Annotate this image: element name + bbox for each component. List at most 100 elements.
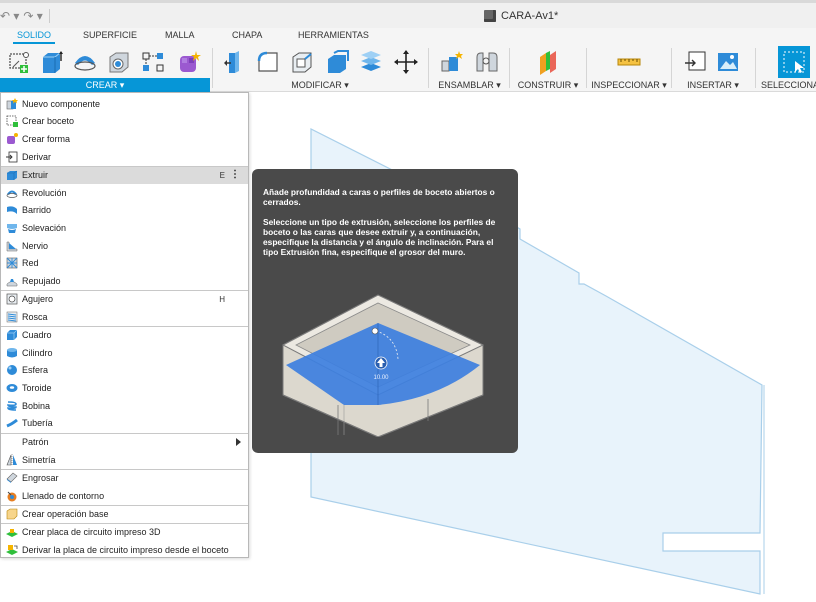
menu-item-revolucion[interactable]: Revolución [1,184,248,202]
offset-plane-tool-icon[interactable] [534,48,562,76]
construir-group-button[interactable]: CONSTRUIR ▾ [514,78,582,92]
menu-item-solevacion[interactable]: Solevación [1,219,248,237]
web-icon [6,257,18,269]
extrude-illustration-graphic: 10.00 [281,294,485,437]
revolve-icon [6,187,18,199]
extrude-distance-value: 10.00 [373,375,389,381]
create-form-tool-icon[interactable] [175,48,203,76]
box-icon [6,329,18,341]
menu-item-repujado[interactable]: Repujado [1,272,248,290]
combine-tool-icon[interactable] [357,48,385,76]
extrude-icon [6,169,18,181]
sphere-icon [6,364,18,376]
pcb-icon [6,526,18,538]
sketch-icon [6,115,18,128]
inspeccionar-group-button[interactable]: INSPECCIONAR ▾ [590,78,668,92]
emboss-icon [6,275,18,287]
menu-item-crear-forma[interactable]: Crear forma [1,130,248,148]
insertar-group-button[interactable]: INSERTAR ▾ [676,78,750,92]
menu-spacer [6,436,18,448]
coil-icon [6,400,18,412]
rib-icon [6,240,18,252]
extrude-tooltip: Añade profundidad a caras o perfiles de … [252,169,518,453]
shortcut-label: E [219,170,225,180]
menu-item-cilindro[interactable]: Cilindro [1,344,248,362]
select-tool-icon[interactable] [778,46,810,78]
loft-icon [6,222,18,234]
hole-icon [6,293,18,305]
menu-item-bobina[interactable]: Bobina [1,397,248,415]
more-options-icon[interactable]: ⋮ [230,169,240,180]
fillet-tool-icon[interactable] [254,48,282,76]
thread-icon [6,311,18,323]
tab-superficie[interactable]: SUPERFICIE [83,30,137,40]
ribbon-group-labels: CREAR ▾ MODIFICAR ▾ ENSAMBLAR ▾ CONSTRUI… [0,78,816,92]
press-pull-tool-icon[interactable] [220,48,248,76]
move-tool-icon[interactable] [392,48,420,76]
divider [48,9,50,23]
insert-canvas-tool-icon[interactable] [714,48,742,76]
new-component-tool-icon[interactable] [438,48,466,76]
menu-item-derivar[interactable]: Derivar [1,148,248,166]
thicken-icon [6,472,18,484]
boundary-fill-icon [6,490,18,502]
menu-item-toroide[interactable]: Toroide [1,379,248,397]
new-component-icon [6,97,18,110]
menu-item-crear-placa-pcb-3d[interactable]: Crear placa de circuito impreso 3D [1,524,248,542]
sweep-icon [6,204,18,216]
box-hole-tool-icon[interactable] [105,48,133,76]
chamfer-tool-icon[interactable] [288,48,316,76]
menu-item-crear-boceto[interactable]: Crear boceto [1,113,248,131]
fusion-window: ↶ ▾ ↷ ▾ CARA-Av1* SOLIDO SUPERFICIE MALL… [0,0,816,602]
derive-icon [6,151,18,163]
insert-derive-tool-icon[interactable] [682,48,710,76]
menu-item-tuberia[interactable]: Tubería [1,415,248,433]
seleccionar-group-button[interactable]: SELECCIONAR [758,78,816,92]
menu-item-derivar-pcb-desde-boceto[interactable]: Derivar la placa de circuito impreso des… [1,541,248,559]
ensamblar-group-button[interactable]: ENSAMBLAR ▾ [432,78,507,92]
mirror-icon [6,453,18,466]
torus-icon [6,382,18,394]
measure-tool-icon[interactable] [615,48,643,76]
menu-item-simetria[interactable]: Simetría [1,451,248,469]
menu-item-extruir[interactable]: Extruir E ⋮ [1,166,248,185]
shell-tool-icon[interactable] [323,48,351,76]
pipe-icon [6,417,18,429]
menu-item-nuevo-componente[interactable]: Nuevo componente [1,95,248,113]
menu-item-cuadro[interactable]: Cuadro [1,327,248,345]
modificar-group-button[interactable]: MODIFICAR ▾ [272,78,368,92]
crear-group-button[interactable]: CREAR ▾ [0,78,210,92]
joint-tool-icon[interactable] [472,48,500,76]
extrude-tool-icon[interactable] [37,48,65,76]
submenu-arrow-icon [236,437,241,446]
tab-malla[interactable]: MALLA [165,30,195,40]
cylinder-icon [6,347,18,359]
menu-item-engrosar[interactable]: Engrosar [1,470,248,488]
tab-chapa[interactable]: CHAPA [232,30,262,40]
menu-item-nervio[interactable]: Nervio [1,237,248,255]
tab-solido[interactable]: SOLIDO [12,30,56,44]
tooltip-description: Seleccione un tipo de extrusión, selecci… [263,217,496,257]
tab-herramientas[interactable]: HERRAMIENTAS [298,30,369,40]
menu-item-agujero[interactable]: Agujero H [1,291,248,309]
form-icon [6,132,18,145]
shortcut-label: H [219,294,225,304]
menu-item-rosca[interactable]: Rosca [1,308,248,326]
undo-icon[interactable]: ↶ ▾ [0,9,19,23]
menu-item-barrido[interactable]: Barrido [1,202,248,220]
revolve-tool-icon[interactable] [71,48,99,76]
redo-icon[interactable]: ↷ ▾ [23,9,42,23]
title-bar: ↶ ▾ ↷ ▾ CARA-Av1* [0,0,816,28]
menu-item-patron[interactable]: Patrón [1,434,248,452]
menu-item-crear-operacion-base[interactable]: Crear operación base [1,506,248,524]
document-title: CARA-Av1* [484,10,558,22]
create-sketch-icon[interactable] [5,48,33,76]
menu-item-llenado-de-contorno[interactable]: Llenado de contorno [1,487,248,505]
document-cube-icon [484,10,496,22]
quick-access: ↶ ▾ ↷ ▾ [0,9,52,23]
pattern-tool-icon[interactable] [139,48,167,76]
pcb-derive-icon [6,544,18,556]
menu-item-esfera[interactable]: Esfera [1,362,248,380]
crear-dropdown-menu: Nuevo componente Crear boceto Crear form… [0,92,249,558]
menu-item-red[interactable]: Red [1,255,248,273]
